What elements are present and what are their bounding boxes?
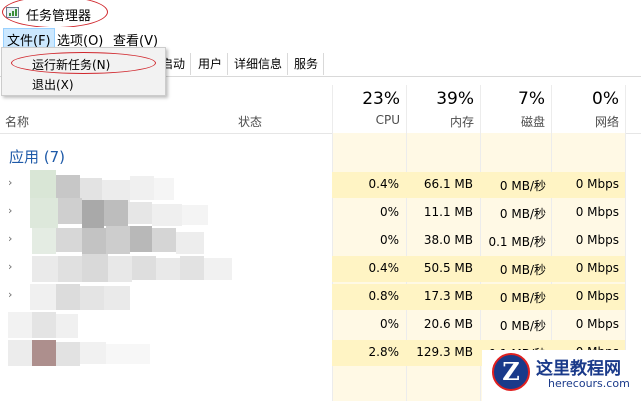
row-network: 0 Mbps	[575, 177, 619, 191]
memory-label: 内存	[449, 115, 474, 129]
cpu-label: CPU	[375, 113, 400, 127]
column-name[interactable]: 名称	[5, 113, 29, 130]
menu-bar: 文件(F) 选项(O) 查看(V)	[0, 27, 641, 51]
disk-total: 7%	[518, 89, 545, 109]
row-cpu: 2.8%	[368, 345, 400, 359]
row-memory: 50.5 MB	[423, 261, 473, 275]
annotation-ellipse-title	[2, 0, 108, 28]
watermark-logo-icon: Z	[492, 353, 530, 391]
column-disk[interactable]: 7% 磁盘	[480, 85, 551, 133]
network-total: 0%	[592, 89, 619, 109]
row-memory: 66.1 MB	[423, 177, 473, 191]
annotation-ellipse-run-task	[11, 52, 156, 74]
row-memory: 38.0 MB	[423, 233, 473, 247]
row-memory: 129.3 MB	[416, 345, 473, 359]
expand-chevron-icon[interactable]: ›	[8, 288, 12, 301]
watermark: Z 这里教程网 herecours.com	[482, 350, 641, 401]
row-disk: 0.1 MB/秒	[488, 235, 546, 249]
expand-chevron-icon[interactable]: ›	[8, 176, 12, 189]
group-apps[interactable]: 应用 (7)	[0, 142, 641, 168]
row-cpu: 0.4%	[368, 261, 400, 275]
row-cpu: 0%	[379, 233, 399, 247]
column-memory[interactable]: 39% 内存	[406, 85, 480, 133]
row-memory: 11.1 MB	[423, 205, 473, 219]
row-network: 0 Mbps	[575, 289, 619, 303]
row-network: 0 Mbps	[575, 261, 619, 275]
menu-item-exit[interactable]: 退出(X)	[32, 76, 74, 93]
row-cpu: 0%	[379, 317, 399, 331]
row-cpu: 0%	[379, 205, 399, 219]
expand-chevron-icon[interactable]: ›	[8, 204, 12, 217]
row-memory: 20.6 MB	[423, 317, 473, 331]
cpu-total: 23%	[362, 89, 400, 109]
row-cpu: 0.8%	[368, 289, 400, 303]
row-cpu: 0.4%	[368, 177, 400, 191]
expand-chevron-icon[interactable]: ›	[8, 232, 12, 245]
row-disk: 0 MB/秒	[499, 207, 546, 221]
column-status[interactable]: 状态	[238, 113, 262, 130]
group-label: 应用 (7)	[9, 148, 66, 166]
file-dropdown-menu: 运行新任务(N) 退出(X)	[1, 47, 166, 96]
expand-chevron-icon[interactable]: ›	[8, 260, 12, 273]
row-disk: 0 MB/秒	[499, 263, 546, 277]
row-disk: 0 MB/秒	[499, 291, 546, 305]
table-row[interactable]: 0% 20.6 MB 0 MB/秒 0 Mbps	[0, 311, 641, 338]
row-memory: 17.3 MB	[423, 289, 473, 303]
row-disk: 0 MB/秒	[499, 179, 546, 193]
row-network: 0 Mbps	[575, 205, 619, 219]
row-disk: 0 MB/秒	[499, 319, 546, 333]
title-bar: 任务管理器	[0, 0, 641, 28]
row-network: 0 Mbps	[575, 233, 619, 247]
watermark-title: 这里教程网	[536, 359, 621, 379]
column-cpu[interactable]: 23% CPU	[332, 85, 406, 133]
watermark-url: herecours.com	[548, 377, 630, 390]
network-label: 网络	[594, 115, 619, 129]
disk-label: 磁盘	[520, 115, 545, 129]
tab-details[interactable]: 详细信息	[229, 53, 289, 75]
row-network: 0 Mbps	[575, 317, 619, 331]
column-network[interactable]: 0% 网络	[551, 85, 625, 133]
memory-total: 39%	[436, 89, 474, 109]
tab-users[interactable]: 用户	[193, 53, 229, 75]
tab-services[interactable]: 服务	[289, 53, 325, 75]
